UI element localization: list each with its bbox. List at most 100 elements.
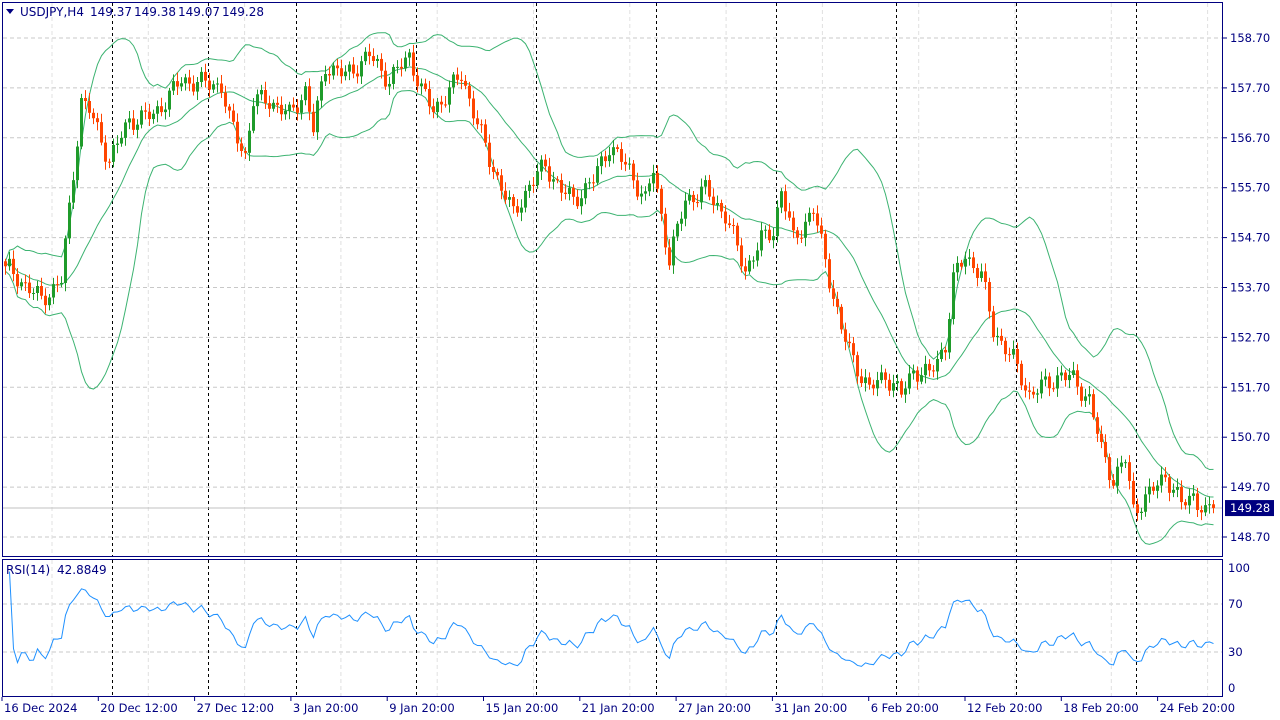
- rsi-panel-border: [2, 559, 1223, 697]
- candle-body: [372, 56, 375, 62]
- candle-body: [312, 111, 315, 133]
- candle-body: [4, 261, 7, 267]
- candle-body: [392, 66, 395, 84]
- candle-body: [556, 179, 559, 181]
- candle-body: [224, 92, 227, 107]
- candle-body: [972, 257, 975, 269]
- rsi-axis: 100 70 30 0: [1228, 561, 1250, 695]
- time-tick-label: 12 Feb 20:00: [967, 701, 1042, 715]
- candle-body: [820, 225, 823, 234]
- price-tick-label: 150.70: [1230, 430, 1270, 444]
- candle-body: [196, 82, 199, 92]
- candle-body: [540, 159, 543, 172]
- candle-body: [1124, 462, 1127, 464]
- candle-body: [764, 229, 767, 231]
- candle-body: [600, 156, 603, 167]
- candle-body: [304, 86, 307, 101]
- candle-body: [676, 223, 679, 237]
- candle-body: [272, 102, 275, 109]
- candle-body: [984, 271, 987, 283]
- candle-body: [580, 198, 583, 207]
- candle-body: [204, 71, 207, 81]
- candle-body: [844, 329, 847, 342]
- candle-body: [1024, 385, 1027, 391]
- candle-body: [588, 182, 591, 184]
- candle-body: [1184, 502, 1187, 506]
- candle-body: [296, 107, 299, 113]
- candle-body: [172, 81, 175, 91]
- candle-body: [808, 212, 811, 222]
- candle-body: [804, 221, 807, 238]
- price-tick-label: 151.70: [1230, 380, 1270, 394]
- current-price-label: 149.28: [1230, 501, 1270, 515]
- candle-body: [432, 106, 435, 113]
- candle-body: [64, 238, 67, 283]
- candle-body: [468, 85, 471, 99]
- candle-body: [348, 64, 351, 72]
- collapse-triangle-icon[interactable]: [6, 9, 14, 14]
- candle-body: [780, 191, 783, 208]
- candle-body: [964, 258, 967, 267]
- candle-body: [216, 83, 219, 85]
- candle-body: [72, 180, 75, 203]
- candle-body: [1048, 376, 1051, 389]
- candle-body: [68, 202, 71, 239]
- candle-body: [1180, 486, 1183, 503]
- candle-body: [996, 335, 999, 338]
- rsi-tick-label: 0: [1228, 681, 1235, 695]
- candle-body: [300, 100, 303, 113]
- candle-body: [788, 211, 791, 218]
- price-tick-label: 149.70: [1230, 480, 1270, 494]
- candle-body: [380, 58, 383, 71]
- candle-body: [792, 217, 795, 231]
- candle-body: [240, 143, 243, 152]
- price-tick-label: 153.70: [1230, 281, 1270, 295]
- ohlc-low: 149.07: [178, 5, 220, 19]
- candle-body: [728, 223, 731, 226]
- candle-body: [812, 212, 815, 214]
- candle-body: [944, 349, 947, 353]
- price-tick-label: 158.70: [1230, 31, 1270, 45]
- candle-body: [244, 151, 247, 153]
- candle-body: [36, 286, 39, 293]
- candle-body: [112, 144, 115, 162]
- price-tick-label: 157.70: [1230, 81, 1270, 95]
- candle-body: [496, 171, 499, 176]
- candle-body: [436, 101, 439, 113]
- candle-body: [724, 211, 727, 224]
- candle-body: [748, 260, 751, 272]
- candle-body: [632, 163, 635, 181]
- candle-body: [500, 175, 503, 191]
- candle-body: [888, 379, 891, 391]
- candle-body: [596, 166, 599, 183]
- candle-body: [956, 262, 959, 273]
- candle-body: [484, 124, 487, 143]
- candle-body: [344, 71, 347, 77]
- candle-body: [480, 124, 483, 126]
- candle-body: [640, 193, 643, 197]
- candle-body: [656, 172, 659, 189]
- candle-body: [324, 74, 327, 82]
- candle-body: [260, 89, 263, 95]
- candle-body: [1056, 375, 1059, 389]
- candle-body: [136, 124, 139, 130]
- candle-body: [180, 83, 183, 87]
- candle-body: [508, 197, 511, 200]
- candle-body: [188, 77, 191, 84]
- candle-body: [264, 89, 267, 104]
- candle-body: [752, 260, 755, 262]
- candle-body: [336, 65, 339, 69]
- candle-body: [200, 71, 203, 83]
- candle-body: [444, 104, 447, 106]
- candle-body: [412, 52, 415, 76]
- candle-body: [116, 143, 119, 145]
- candle-body: [848, 341, 851, 344]
- candle-body: [268, 103, 271, 109]
- candle-body: [716, 202, 719, 205]
- price-chart[interactable]: 158.70 157.70 156.70 155.70 154.70 153.70 152.…: [0, 0, 1280, 720]
- candle-body: [652, 172, 655, 184]
- candle-body: [80, 98, 83, 147]
- day-separators: [112, 3, 1137, 696]
- candle-body: [1204, 505, 1207, 513]
- candle-body: [144, 110, 147, 112]
